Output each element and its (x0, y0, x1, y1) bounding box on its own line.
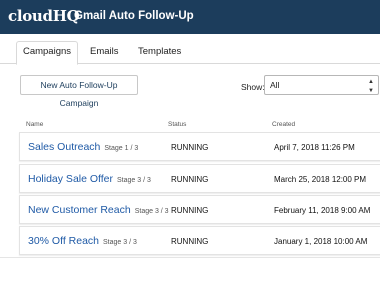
tab-emails[interactable]: Emails (80, 42, 122, 64)
campaign-created: February 11, 2018 9:00 AM (274, 206, 371, 215)
campaign-name-link[interactable]: Holiday Sale Offer Stage 3 / 3 (28, 173, 151, 185)
campaign-created: March 25, 2018 12:00 PM (274, 175, 367, 184)
divider (0, 257, 380, 258)
column-header-status: Status (168, 121, 187, 128)
new-campaign-button[interactable]: New Auto Follow-Up Campaign (20, 75, 138, 108)
column-header-created: Created (272, 121, 296, 128)
show-label: Show: (241, 82, 265, 92)
table-row[interactable]: Sales Outreach Stage 1 / 3 RUNNING April … (19, 132, 380, 161)
table-row[interactable]: Holiday Sale Offer Stage 3 / 3 RUNNING Ma… (19, 164, 380, 193)
campaign-name-link[interactable]: Sales Outreach Stage 1 / 3 (28, 141, 138, 153)
tab-campaigns[interactable]: Campaigns (16, 41, 78, 65)
campaign-created: April 7, 2018 11:26 PM (274, 143, 355, 152)
campaign-name-link[interactable]: 30% Off Reach Stage 3 / 3 (28, 235, 137, 247)
top-bar: cloudHQ Gmail Auto Follow-Up (0, 0, 380, 34)
campaign-status: RUNNING (171, 237, 209, 246)
campaign-status: RUNNING (171, 206, 209, 215)
table-row[interactable]: New Customer Reach Stage 3 / 3 RUNNING Fe… (19, 195, 380, 224)
campaign-created: January 1, 2018 10:00 AM (274, 237, 368, 246)
campaign-name-link[interactable]: New Customer Reach Stage 3 / 3 (28, 204, 169, 216)
campaign-status: RUNNING (171, 175, 209, 184)
show-filter-value: All (270, 80, 280, 90)
campaign-stage: Stage 3 / 3 (103, 239, 137, 246)
column-header-name: Name (26, 121, 44, 128)
table-row[interactable]: 30% Off Reach Stage 3 / 3 RUNNING January… (19, 226, 380, 255)
show-filter-select[interactable]: All ▲ ▼ (264, 75, 379, 95)
select-arrows-icon: ▲ ▼ (368, 79, 374, 94)
campaign-stage: Stage 1 / 3 (104, 145, 139, 152)
campaign-stage: Stage 3 / 3 (117, 177, 151, 184)
tab-bar: Campaigns Emails Templates (0, 34, 380, 65)
campaign-status: RUNNING (171, 143, 209, 152)
campaign-stage: Stage 3 / 3 (134, 208, 169, 215)
app-title: Gmail Auto Follow-Up (74, 10, 194, 22)
cloudhq-logo[interactable]: cloudHQ (8, 7, 80, 25)
tab-templates[interactable]: Templates (128, 42, 186, 64)
